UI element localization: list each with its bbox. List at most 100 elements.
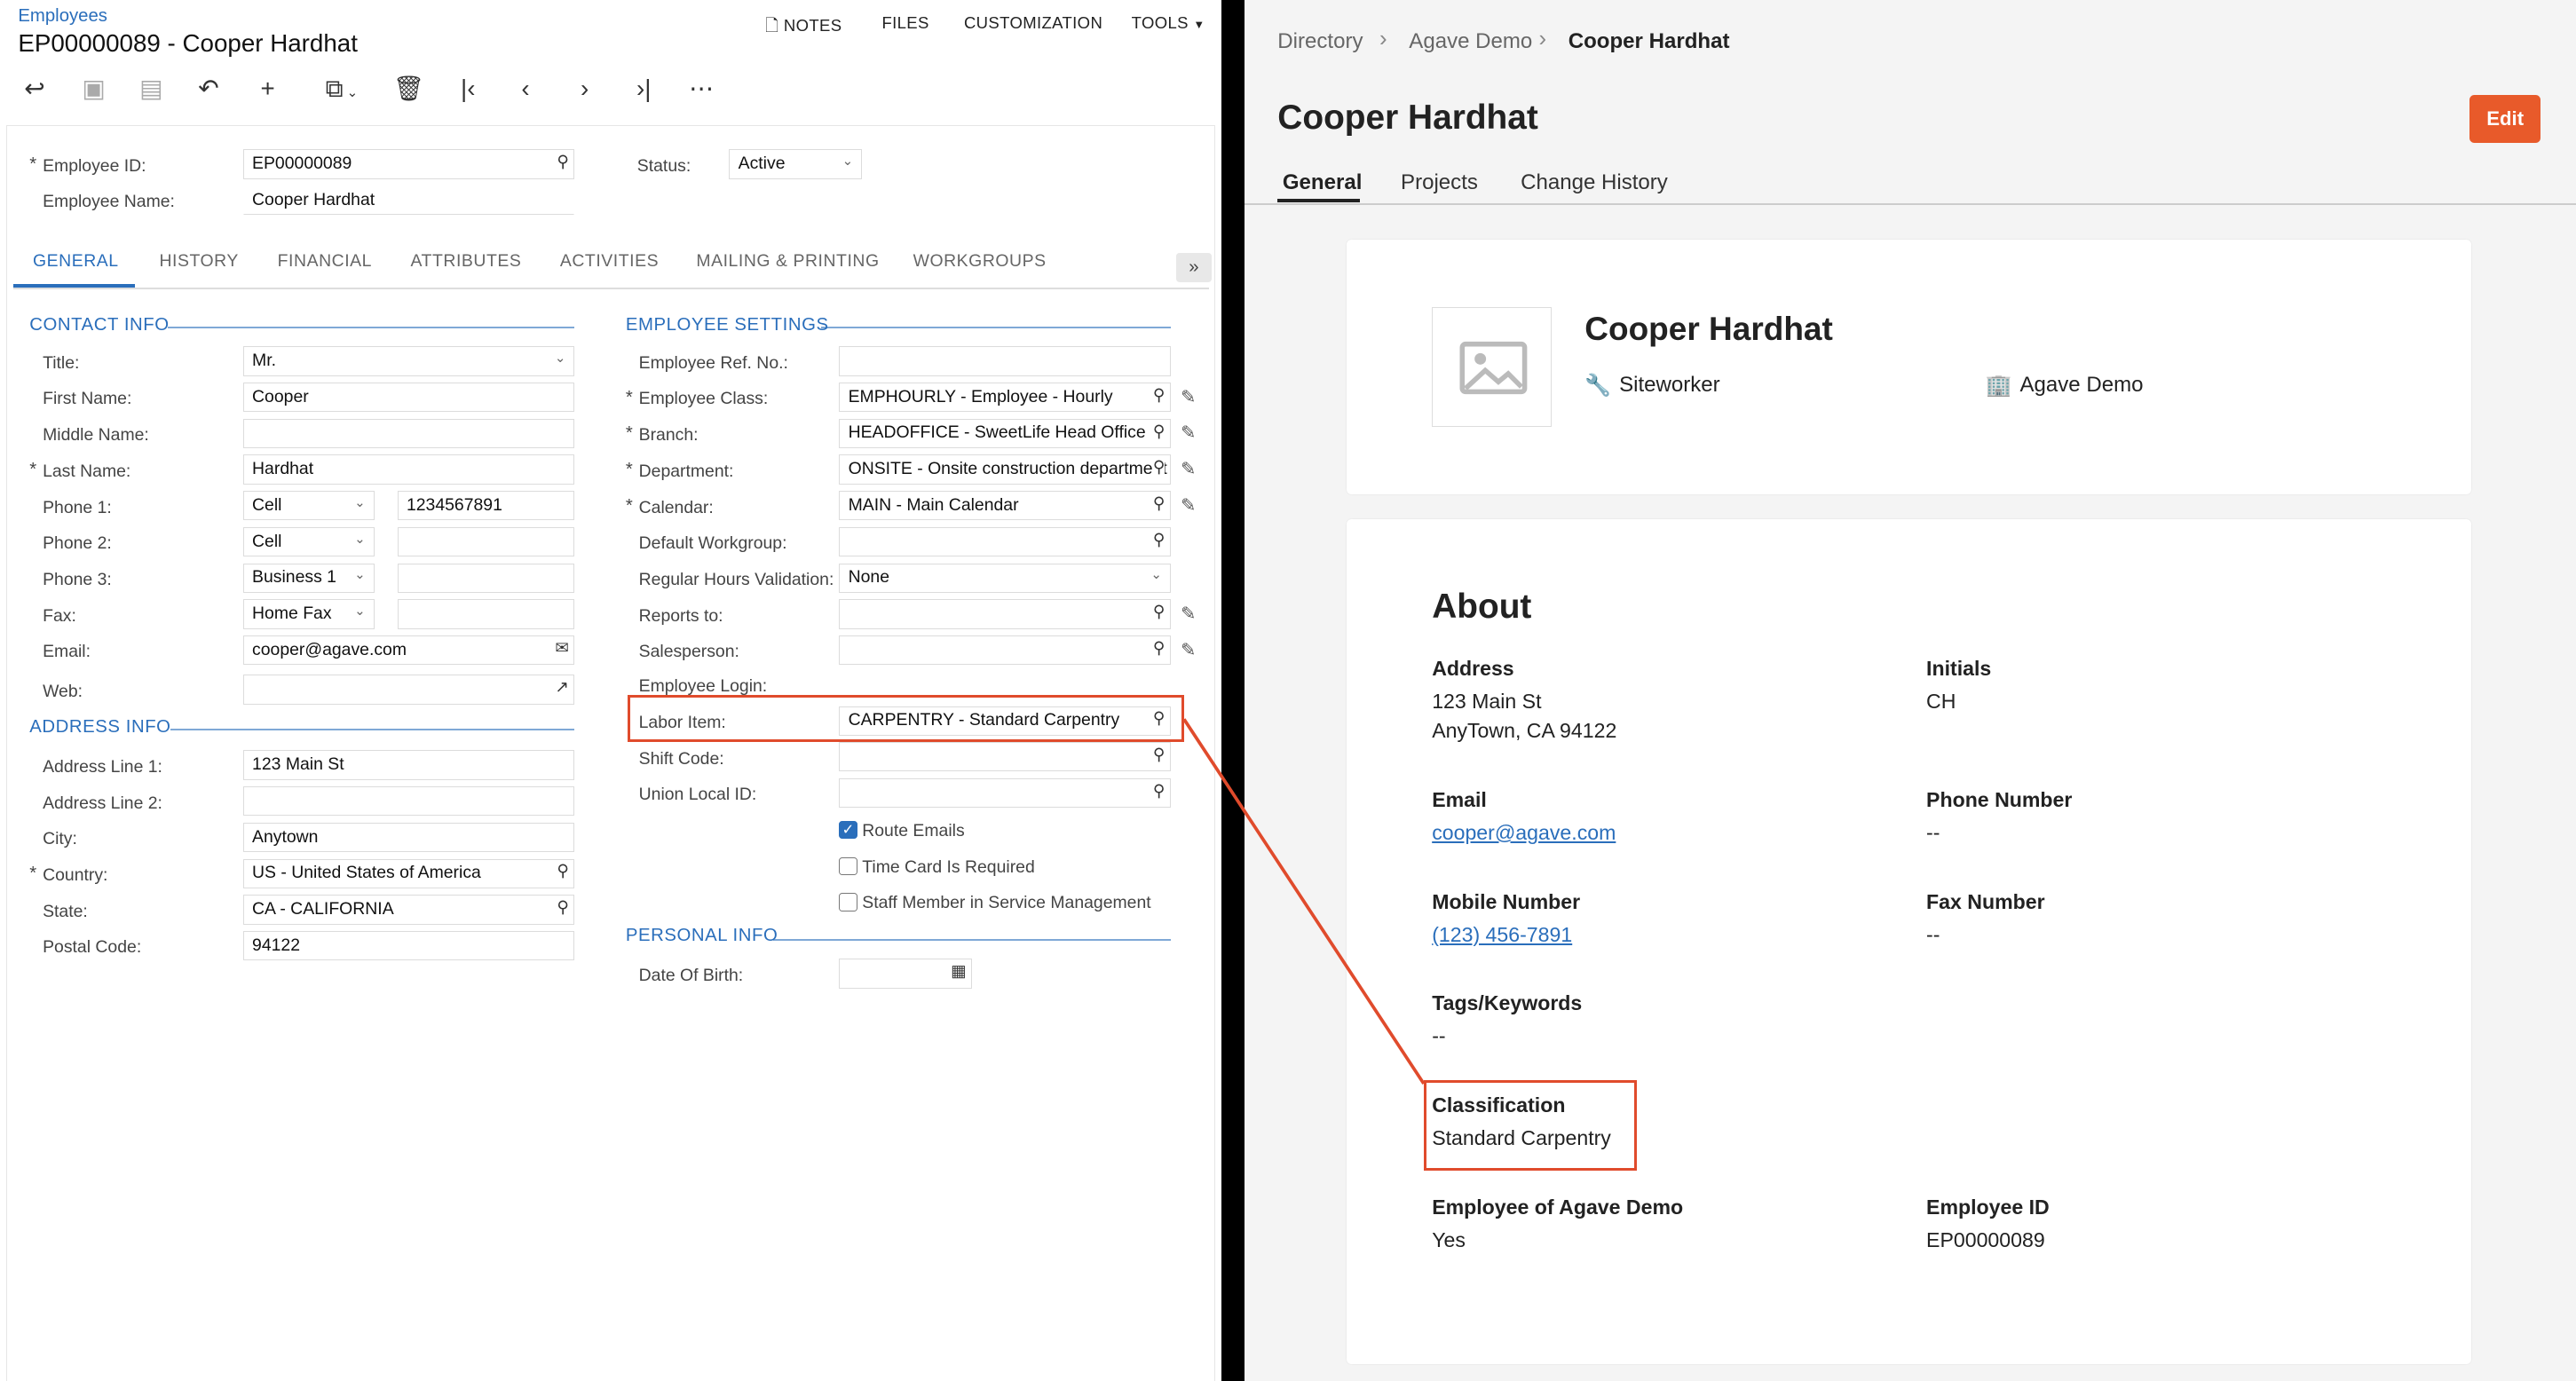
last-record-icon[interactable]: ›| — [628, 72, 660, 105]
mail-icon[interactable]: ✉ — [555, 638, 569, 658]
phone-number-label: Phone Number — [1926, 788, 2073, 811]
postal-code-field[interactable]: 94122 — [242, 930, 575, 961]
save-icon[interactable]: ▤ — [135, 72, 168, 105]
previous-record-icon[interactable]: ‹ — [510, 72, 542, 105]
tab-activities[interactable]: ACTIVITIES — [560, 251, 659, 272]
tab-change-history[interactable]: Change History — [1521, 170, 1668, 195]
first-record-icon[interactable]: |‹ — [452, 72, 485, 105]
employee-id-field[interactable]: EP00000089 ⚲ — [242, 149, 575, 179]
calendar-field[interactable]: MAIN - Main Calendar ⚲ — [839, 491, 1172, 521]
time-card-checkbox[interactable] — [839, 856, 857, 876]
next-record-icon[interactable]: › — [568, 72, 601, 105]
search-icon[interactable]: ⚲ — [1152, 421, 1166, 441]
route-emails-checkbox[interactable]: ✓ — [839, 821, 857, 840]
phone3-type-select[interactable]: Business 1 ⌄ — [242, 563, 375, 593]
employee-class-field[interactable]: EMPHOURLY - Employee - Hourly ⚲ — [839, 383, 1172, 413]
status-select[interactable]: Active ⌄ — [729, 149, 863, 179]
tab-projects[interactable]: Projects — [1401, 170, 1478, 195]
notes-icon: 🗋 — [765, 15, 779, 35]
edit-pencil-icon[interactable]: ✎ — [1181, 458, 1196, 480]
middle-name-field[interactable] — [242, 418, 575, 449]
tools-label: TOOLS — [1131, 12, 1189, 32]
address-line2-field[interactable] — [242, 786, 575, 817]
tab-general[interactable]: GENERAL — [33, 251, 119, 272]
edit-button[interactable]: Edit — [2469, 95, 2540, 143]
files-button[interactable]: FILES — [881, 13, 928, 33]
union-local-field[interactable]: ⚲ — [839, 777, 1172, 809]
postal-code-label: Postal Code: — [43, 937, 142, 958]
edit-pencil-icon[interactable]: ✎ — [1181, 494, 1196, 517]
back-icon[interactable]: ↩ — [18, 72, 51, 105]
employee-id-label-agave: Employee ID — [1926, 1195, 2050, 1219]
chevron-down-icon: ⌄ — [354, 495, 366, 510]
date-of-birth-field[interactable]: ▦ — [839, 959, 973, 989]
save-close-icon[interactable]: ▣ — [77, 72, 110, 105]
calendar-icon[interactable]: ▦ — [951, 961, 966, 981]
edit-pencil-icon[interactable]: ✎ — [1181, 639, 1196, 661]
tab-workgroups[interactable]: WORKGROUPS — [913, 251, 1047, 272]
breadcrumb-employees[interactable]: Employees — [18, 6, 107, 27]
search-icon[interactable]: ⚲ — [1152, 457, 1166, 477]
edit-pencil-icon[interactable]: ✎ — [1181, 603, 1196, 625]
tab-financial[interactable]: FINANCIAL — [278, 251, 372, 272]
breadcrumb-directory[interactable]: Directory — [1277, 29, 1363, 54]
staff-member-checkbox[interactable] — [839, 893, 857, 911]
reports-to-field[interactable]: ⚲ — [839, 599, 1172, 629]
address-line1-field[interactable]: 123 Main St — [242, 750, 575, 780]
department-field[interactable]: ONSITE - Onsite construction department ⚲ — [839, 454, 1172, 485]
search-icon[interactable]: ⚲ — [1153, 638, 1166, 658]
copy-paste-icon[interactable]: ⧉ ⌄ — [312, 72, 372, 105]
tab-history[interactable]: HISTORY — [159, 251, 238, 272]
search-icon[interactable]: ⚲ — [1153, 530, 1166, 549]
breadcrumb-company[interactable]: Agave Demo — [1409, 29, 1532, 54]
delete-icon[interactable]: 🗑 — [392, 72, 425, 105]
fax-type-select[interactable]: Home Fax ⌄ — [242, 599, 375, 629]
shift-code-field[interactable]: ⚲ — [839, 742, 1172, 772]
fax-field[interactable] — [397, 599, 575, 629]
search-icon[interactable]: ⚲ — [1153, 602, 1166, 621]
phone2-field[interactable] — [397, 526, 575, 557]
title-select[interactable]: Mr. ⌄ — [242, 346, 575, 376]
last-name-field[interactable]: Hardhat — [242, 454, 575, 485]
tools-menu[interactable]: TOOLS ▼ — [1132, 13, 1205, 33]
acumatica-panel: Employees EP00000089 - Cooper Hardhat 🗋 … — [0, 0, 1234, 1381]
search-icon[interactable]: ⚲ — [1153, 745, 1166, 764]
first-name-field[interactable]: Cooper — [242, 383, 575, 413]
phone2-type-select[interactable]: Cell ⌄ — [242, 526, 375, 557]
employee-ref-field[interactable] — [839, 346, 1172, 376]
customization-button[interactable]: CUSTOMIZATION — [964, 13, 1102, 33]
tab-mailing-printing[interactable]: MAILING & PRINTING — [696, 251, 879, 272]
edit-pencil-icon[interactable]: ✎ — [1181, 386, 1196, 408]
notes-button[interactable]: 🗋 NOTES — [765, 13, 842, 42]
city-field[interactable]: Anytown — [242, 822, 575, 853]
more-icon[interactable]: ⋯ — [684, 72, 717, 105]
edit-pencil-icon[interactable]: ✎ — [1181, 422, 1196, 444]
email-link[interactable]: cooper@agave.com — [1432, 821, 1616, 845]
phone1-type-select[interactable]: Cell ⌄ — [242, 491, 375, 521]
tab-attributes[interactable]: ATTRIBUTES — [411, 251, 522, 272]
undo-icon[interactable]: ↶ — [192, 72, 225, 105]
branch-field[interactable]: HEADOFFICE - SweetLife Head Office ⚲ — [839, 418, 1172, 449]
employee-name-field[interactable]: Cooper Hardhat — [242, 185, 575, 216]
web-field[interactable]: ↗ — [242, 675, 575, 705]
search-icon[interactable]: ⚲ — [1153, 385, 1166, 405]
mobile-number-link[interactable]: (123) 456-7891 — [1432, 923, 1572, 947]
add-icon[interactable]: + — [251, 72, 284, 105]
expand-tabs-icon[interactable]: » — [1175, 252, 1213, 283]
search-icon[interactable]: ⚲ — [1153, 493, 1166, 513]
search-icon[interactable]: ⚲ — [557, 152, 569, 171]
regular-hours-select[interactable]: None ⌄ — [839, 563, 1172, 593]
email-field[interactable]: cooper@agave.com ✉ — [242, 635, 575, 666]
salesperson-field[interactable]: ⚲ — [839, 635, 1172, 666]
state-field[interactable]: CA - CALIFORNIA ⚲ — [242, 895, 575, 925]
search-icon[interactable]: ⚲ — [557, 897, 569, 917]
country-field[interactable]: US - United States of America ⚲ — [242, 858, 575, 888]
phone3-field[interactable] — [397, 563, 575, 593]
tab-general-agave[interactable]: General — [1283, 170, 1363, 195]
default-workgroup-field[interactable]: ⚲ — [839, 526, 1172, 557]
external-link-icon[interactable]: ↗ — [555, 677, 569, 697]
phone1-field[interactable]: 1234567891 — [397, 491, 575, 521]
search-icon[interactable]: ⚲ — [1153, 781, 1166, 801]
search-icon[interactable]: ⚲ — [557, 861, 569, 880]
chevron-right-icon: › — [1538, 26, 1547, 51]
